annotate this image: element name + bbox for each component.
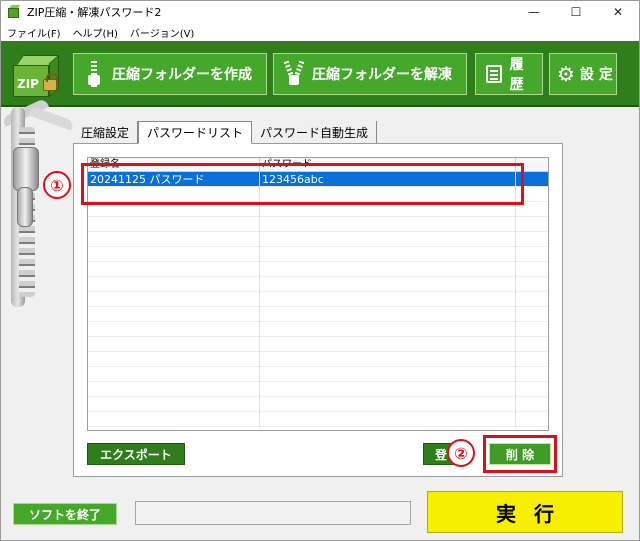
window-title: ZIP圧縮・解凍パスワード2 (27, 6, 162, 19)
history-button[interactable]: 履 歴 (475, 53, 543, 95)
empty-row (88, 382, 548, 397)
tab-password-list[interactable]: パスワードリスト (138, 121, 253, 144)
annotation-marker-1: ① (43, 171, 71, 199)
empty-row (88, 397, 548, 412)
empty-row (88, 217, 548, 232)
tab-strip: 圧縮設定 パスワードリスト パスワード自動生成 (73, 121, 378, 144)
toolbar: ZIP 圧縮フォルダーを作成 圧縮フォルダーを解凍 履 歴 ⚙ 設 定 (1, 41, 639, 107)
annotation-box-2 (483, 435, 557, 473)
app-window: ZIP圧縮・解凍パスワード2 — ☐ ✕ ファイル(F) ヘルプ(H) バージョ… (0, 0, 640, 541)
zip-logo: ZIP (9, 49, 61, 101)
settings-button[interactable]: ⚙ 設 定 (549, 53, 617, 95)
menu-help[interactable]: ヘルプ(H) (67, 25, 124, 40)
menu-version[interactable]: バージョン(V) (124, 25, 200, 40)
minimize-button[interactable]: — (513, 1, 555, 23)
export-button[interactable]: エクスポート (87, 443, 185, 465)
tab-password-generator[interactable]: パスワード自動生成 (252, 121, 378, 143)
app-icon (7, 5, 21, 19)
lock-icon (43, 73, 58, 91)
maximize-button[interactable]: ☐ (555, 1, 597, 23)
settings-label: 設 定 (580, 67, 613, 83)
annotation-marker-2: ② (447, 439, 475, 467)
empty-row (88, 337, 548, 352)
zipper-icon (84, 61, 104, 87)
menu-bar: ファイル(F) ヘルプ(H) バージョン(V) (1, 23, 639, 41)
status-field (135, 501, 411, 525)
empty-row (88, 307, 548, 322)
empty-row (88, 247, 548, 262)
list-rows: 20241125 パスワード 123456abc (88, 172, 548, 427)
quit-button[interactable]: ソフトを終了 (13, 503, 117, 525)
empty-row (88, 412, 548, 427)
empty-row (88, 277, 548, 292)
annotation-box-1 (81, 163, 524, 205)
empty-row (88, 352, 548, 367)
tab-compression-settings[interactable]: 圧縮設定 (73, 121, 139, 143)
extract-zip-button[interactable]: 圧縮フォルダーを解凍 (273, 53, 467, 95)
run-button[interactable]: 実行 (427, 491, 623, 533)
unzip-icon (283, 60, 305, 87)
empty-row (88, 262, 548, 277)
empty-row (88, 322, 548, 337)
create-zip-button[interactable]: 圧縮フォルダーを作成 (73, 53, 267, 95)
history-label: 履 歴 (509, 57, 524, 93)
empty-row (88, 292, 548, 307)
create-zip-label: 圧縮フォルダーを作成 (112, 67, 252, 83)
zipper-decoration (1, 97, 75, 307)
empty-row (88, 232, 548, 247)
menu-file[interactable]: ファイル(F) (1, 25, 67, 40)
empty-row (88, 367, 548, 382)
list-icon (484, 61, 504, 87)
title-bar: ZIP圧縮・解凍パスワード2 — ☐ ✕ (1, 1, 639, 23)
gear-icon: ⚙ (557, 62, 575, 86)
logo-label: ZIP (17, 77, 39, 91)
close-button[interactable]: ✕ (597, 1, 639, 23)
extract-zip-label: 圧縮フォルダーを解凍 (312, 67, 452, 83)
